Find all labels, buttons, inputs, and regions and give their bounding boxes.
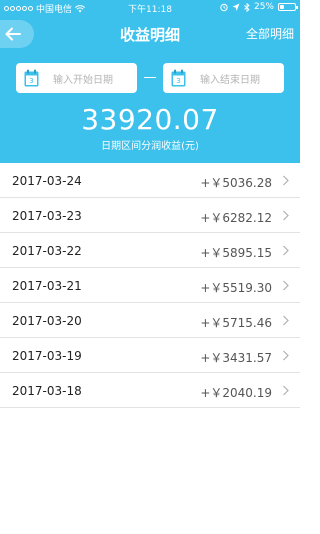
row-amount: +￥5895.15 [200,246,272,260]
header: 中国电信 下午11:18 25% 收益明细 全部明细 3 输入开始日期 3 输入… [0,0,300,163]
calendar-icon: 3 [24,69,39,87]
location-icon [232,3,240,11]
row-amount: +￥3431.57 [200,351,272,365]
chevron-right-icon [283,385,289,396]
all-details-button[interactable]: 全部明细 [246,25,294,42]
calendar-day-number: 3 [176,77,180,85]
row-date: 2017-03-23 [12,209,82,223]
row-amount: +￥5715.46 [200,316,272,330]
earnings-list: 2017-03-24 +￥5036.28 2017-03-23 +￥6282.12 20… [0,163,300,408]
chevron-right-icon [283,175,289,186]
alarm-icon [220,3,228,11]
chevron-right-icon [283,315,289,326]
date-separator [144,77,156,78]
list-item[interactable]: 2017-03-18 +￥2040.19 [0,373,300,408]
chevron-right-icon [283,280,289,291]
end-date-field[interactable]: 3 输入结束日期 [163,63,284,93]
bluetooth-icon [244,2,250,12]
total-earnings: 33920.07 [81,103,219,136]
row-date: 2017-03-24 [12,174,82,188]
list-item[interactable]: 2017-03-20 +￥5715.46 [0,303,300,338]
row-amount: +￥2040.19 [200,386,272,400]
total-earnings-label: 日期区间分润收益(元) [101,141,199,152]
chevron-right-icon [283,210,289,221]
start-date-field[interactable]: 3 输入开始日期 [16,63,137,93]
chevron-right-icon [283,350,289,361]
end-date-placeholder: 输入结束日期 [200,74,260,86]
chevron-right-icon [283,245,289,256]
start-date-placeholder: 输入开始日期 [53,74,113,86]
list-item[interactable]: 2017-03-22 +￥5895.15 [0,233,300,268]
row-date: 2017-03-19 [12,349,82,363]
row-amount: +￥5519.30 [200,281,272,295]
status-bar: 中国电信 下午11:18 25% [0,0,300,16]
calendar-icon: 3 [171,69,186,87]
list-item[interactable]: 2017-03-19 +￥3431.57 [0,338,300,373]
status-right: 25% [220,2,298,12]
calendar-day-number: 3 [29,77,33,85]
nav-bar: 收益明细 全部明细 [0,16,300,52]
list-item[interactable]: 2017-03-23 +￥6282.12 [0,198,300,233]
list-item[interactable]: 2017-03-21 +￥5519.30 [0,268,300,303]
row-amount: +￥5036.28 [200,176,272,190]
row-date: 2017-03-20 [12,314,82,328]
list-item[interactable]: 2017-03-24 +￥5036.28 [0,163,300,198]
row-amount: +￥6282.12 [200,211,272,225]
battery-percent: 25% [253,2,274,12]
row-date: 2017-03-22 [12,244,82,258]
row-date: 2017-03-21 [12,279,82,293]
row-date: 2017-03-18 [12,384,82,398]
battery-icon [278,3,298,11]
